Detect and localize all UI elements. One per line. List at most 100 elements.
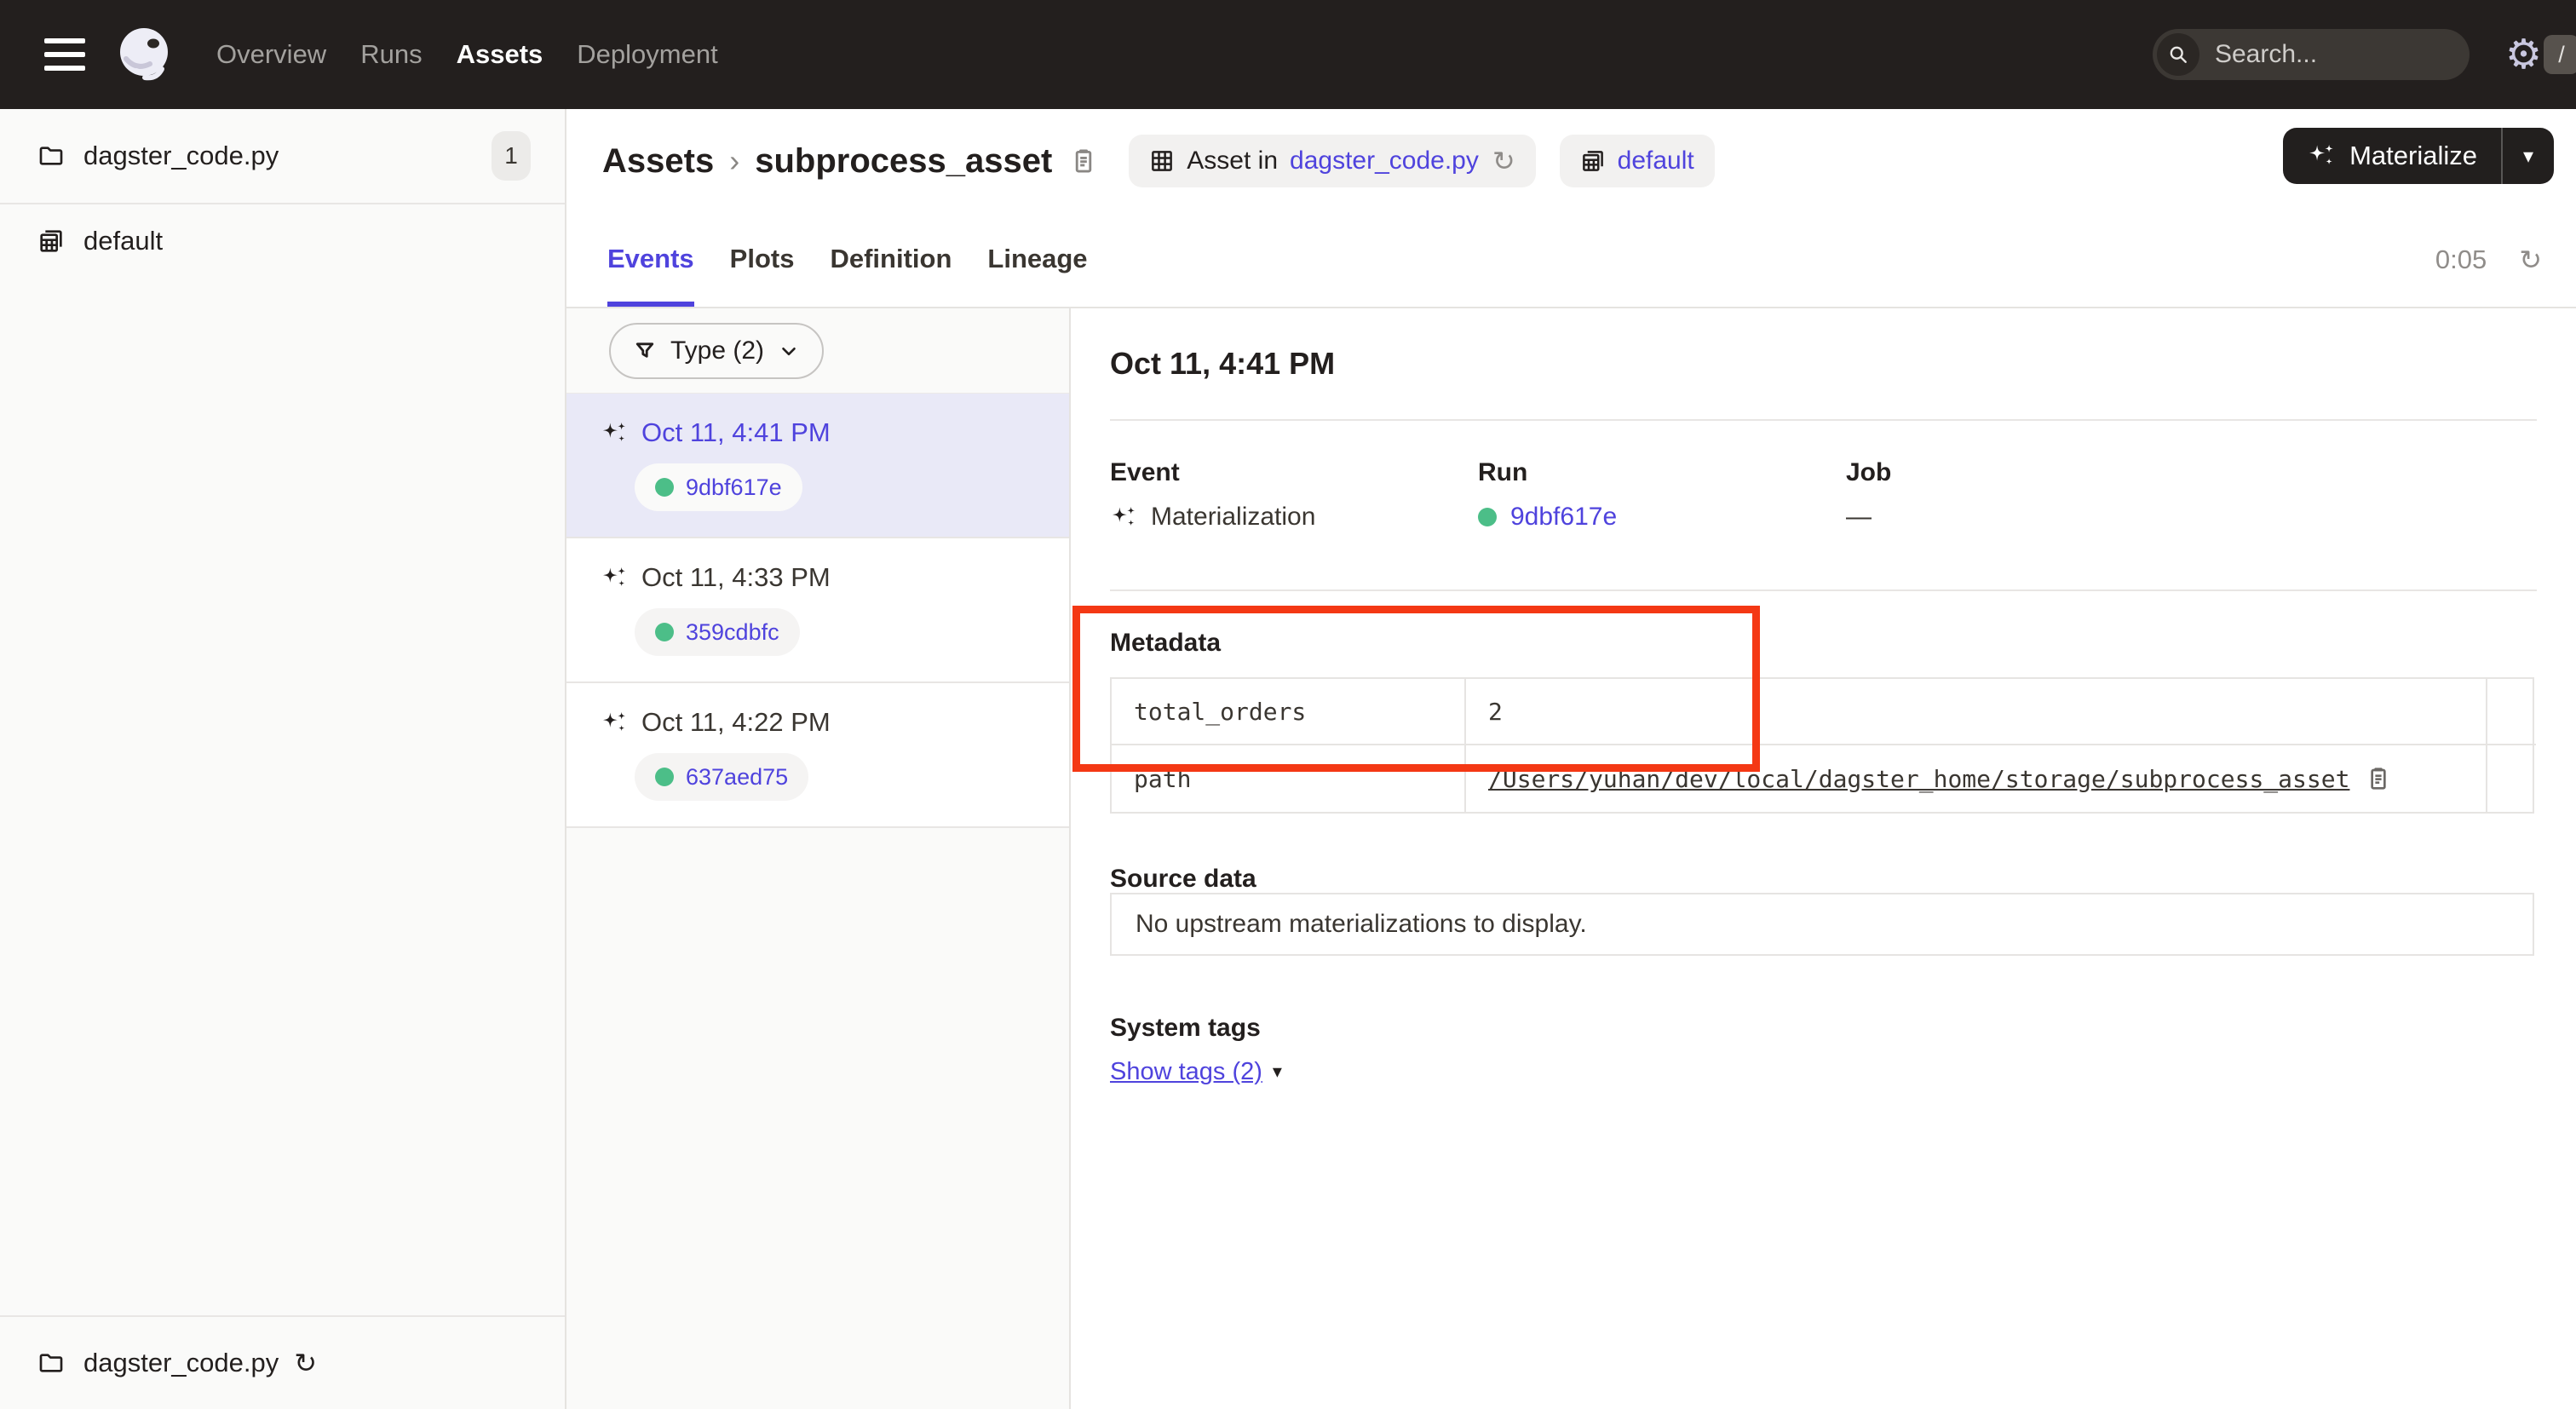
nav-item-assets[interactable]: Assets [457,39,543,70]
event-timestamp: Oct 11, 4:41 PM [641,417,831,448]
tab-definition[interactable]: Definition [830,213,952,307]
asset-tabs: Events Plots Definition Lineage 0:05 ↻ [566,213,2576,308]
event-list-item[interactable]: Oct 11, 4:22 PM 637aed75 [566,683,1069,828]
breadcrumb-assets[interactable]: Assets [602,142,714,181]
tab-lineage[interactable]: Lineage [987,213,1087,307]
sidebar: dagster_code.py 1 default dagster_code.p… [0,109,566,1409]
repository-icon [1580,148,1606,174]
search-input[interactable] [2215,40,2544,69]
caret-down-icon: ▾ [1273,1061,1282,1083]
top-nav-right: / ⚙ [2153,29,2542,80]
menu-icon[interactable] [44,38,85,71]
footer-code-location-label: dagster_code.py [83,1348,279,1378]
folder-icon [37,1349,65,1377]
event-timestamp: Oct 11, 4:33 PM [641,562,831,593]
source-data-empty-message: No upstream materializations to display. [1136,910,1587,939]
materialize-split-button: Materialize ▾ [2283,128,2554,184]
job-column-label: Job [1846,458,2214,487]
nav-item-overview[interactable]: Overview [216,39,326,70]
event-type-value: Materialization [1151,503,1315,532]
sidebar-footer-code-location[interactable]: dagster_code.py ↻ [0,1315,565,1409]
caret-down-icon: ▾ [2523,144,2533,168]
run-column-label: Run [1478,458,1846,487]
refresh-icon[interactable]: ↻ [2519,246,2542,273]
divider [1110,419,2537,421]
materialization-sparkle-icon [601,422,628,445]
type-filter-label: Type (2) [670,336,764,365]
top-nav: Overview Runs Assets Deployment / ⚙ [0,0,2576,109]
run-id-link[interactable]: 359cdbfc [686,619,779,646]
refresh-timer: 0:05 [2435,244,2487,275]
event-filter-bar: Type (2) [566,308,1069,394]
nav-links: Overview Runs Assets Deployment [216,39,718,70]
asset-header: Assets › subprocess_asset Asset in dagst… [566,109,2576,213]
event-list-item[interactable]: Oct 11, 4:33 PM 359cdbfc [566,538,1069,683]
asset-group-icon [1149,148,1175,174]
materialize-button[interactable]: Materialize [2283,128,2501,184]
run-id-tag[interactable]: 637aed75 [635,753,808,801]
sparkle-icon [2307,144,2336,168]
sidebar-item-repository[interactable]: default [0,204,565,278]
event-timestamp: Oct 11, 4:22 PM [641,707,831,738]
chevron-down-icon [778,340,800,362]
run-id-link[interactable]: 9dbf617e [686,474,782,501]
breadcrumb-separator: › [729,143,739,179]
materialization-sparkle-icon [601,566,628,589]
copy-path-icon[interactable] [2365,765,2392,792]
show-tags-label: Show tags (2) [1110,1058,1262,1086]
code-location-label: dagster_code.py [83,141,279,171]
job-value: — [1846,503,1872,532]
folder-icon [37,142,65,170]
gear-icon[interactable]: ⚙ [2505,34,2542,75]
run-id-tag[interactable]: 359cdbfc [635,608,800,656]
metadata-key: total_orders [1112,679,1466,745]
repository-link[interactable]: default [1618,147,1694,175]
path-link[interactable]: /Users/yuhan/dev/local/dagster_home/stor… [1488,765,2349,793]
divider [1110,589,2537,591]
nav-item-deployment[interactable]: Deployment [577,39,717,70]
run-status-dot [1478,508,1497,526]
asset-count-badge: 1 [492,131,531,181]
sidebar-item-code-location[interactable]: dagster_code.py 1 [0,109,565,204]
metadata-table: total_orders 2 path /Users/yuhan/dev/loc… [1110,677,2534,814]
run-id-link[interactable]: 637aed75 [686,764,788,791]
metadata-extra-cell [2487,745,2536,812]
materialization-sparkle-icon [601,711,628,734]
repository-tag[interactable]: default [1560,135,1715,187]
dagster-logo-icon[interactable] [116,25,175,84]
search-shortcut-badge: / [2544,35,2576,74]
type-filter-button[interactable]: Type (2) [609,323,824,379]
search-bar[interactable]: / [2153,29,2470,80]
repository-label: default [83,226,163,256]
materialize-dropdown-button[interactable]: ▾ [2501,128,2554,184]
reload-icon[interactable]: ↻ [294,1349,317,1377]
system-tags-heading: System tags [1110,1014,1261,1043]
reload-icon[interactable]: ↻ [1492,147,1515,175]
run-id-link[interactable]: 9dbf617e [1510,503,1617,532]
materialize-label: Materialize [2349,141,2477,171]
copy-asset-name-icon[interactable] [1069,147,1098,175]
filter-funnel-icon [633,339,657,363]
show-tags-toggle[interactable]: Show tags (2) ▾ [1110,1058,1282,1086]
asset-in-label: Asset in [1187,147,1278,175]
tab-plots[interactable]: Plots [730,213,795,307]
nav-item-runs[interactable]: Runs [360,39,422,70]
run-id-tag[interactable]: 9dbf617e [635,463,802,511]
source-data-heading: Source data [1110,865,1256,894]
run-status-dot [655,478,674,497]
search-icon [2157,33,2199,76]
metadata-value: 2 [1466,679,2487,745]
metadata-heading: Metadata [1110,629,1221,658]
materialization-sparkle-icon [1110,506,1137,529]
event-detail-title: Oct 11, 4:41 PM [1110,346,1335,382]
run-status-dot [655,768,674,786]
metadata-extra-cell [2487,679,2536,745]
code-location-link[interactable]: dagster_code.py [1290,147,1479,175]
dagster-app: Overview Runs Assets Deployment / ⚙ [0,0,2576,1409]
event-column-label: Event [1110,458,1478,487]
metadata-value: /Users/yuhan/dev/local/dagster_home/stor… [1466,745,2487,812]
tab-events[interactable]: Events [607,213,694,307]
asset-in-code-location-tag[interactable]: Asset in dagster_code.py ↻ [1129,135,1535,187]
event-list-empty-area [566,828,1069,1409]
event-list-item[interactable]: Oct 11, 4:41 PM 9dbf617e [566,394,1069,538]
